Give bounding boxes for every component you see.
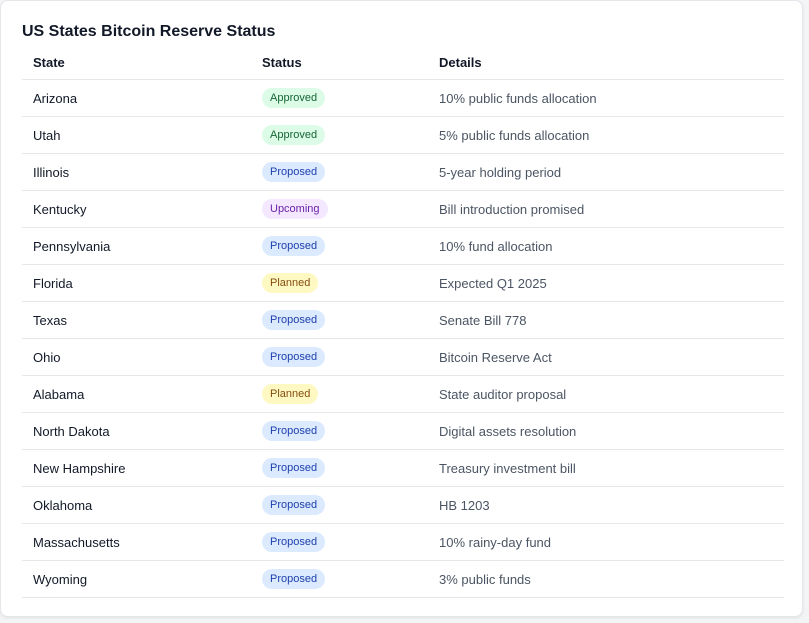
status-cell: Proposed (251, 227, 428, 265)
table-row: Oklahoma Proposed HB 1203 (22, 486, 784, 524)
details-cell: Senate Bill 778 (428, 301, 784, 339)
details-cell: Bill introduction promised (428, 190, 784, 228)
table-row: Massachusetts Proposed 10% rainy-day fund (22, 523, 784, 561)
details-cell: State auditor proposal (428, 375, 784, 413)
status-cell: Proposed (251, 412, 428, 450)
table-row: Utah Approved 5% public funds allocation (22, 116, 784, 154)
status-cell: Proposed (251, 338, 428, 376)
state-cell: Utah (22, 116, 251, 154)
state-cell: Illinois (22, 153, 251, 191)
table-row: Illinois Proposed 5-year holding period (22, 153, 784, 191)
state-cell: Arizona (22, 79, 251, 117)
details-cell: 10% fund allocation (428, 227, 784, 265)
reserve-status-card: US States Bitcoin Reserve Status State S… (0, 0, 803, 617)
page-title: US States Bitcoin Reserve Status (22, 23, 276, 40)
status-badge: Proposed (262, 421, 326, 441)
table-row: Kentucky Upcoming Bill introduction promis… (22, 190, 784, 228)
status-badge: Approved (262, 125, 326, 145)
details-cell: 10% public funds allocation (428, 79, 784, 117)
table-row: Ohio Proposed Bitcoin Reserve Act (22, 338, 784, 376)
status-badge: Proposed (262, 569, 326, 589)
state-cell: Ohio (22, 338, 251, 376)
status-cell: Proposed (251, 301, 428, 339)
details-cell: 5% public funds allocation (428, 116, 784, 154)
status-badge: Upcoming (262, 199, 328, 219)
table-body: Arizona Approved 10% public funds allocati… (22, 79, 784, 598)
status-badge: Proposed (262, 236, 326, 256)
column-header-status: Status (251, 45, 428, 80)
status-cell: Proposed (251, 153, 428, 191)
table-header: State Status Details (22, 45, 784, 80)
status-badge: Proposed (262, 310, 326, 330)
table-row: Florida Planned Expected Q1 2025 (22, 264, 784, 302)
table-row: Alabama Planned State auditor proposal (22, 375, 784, 413)
table-row: Pennsylvania Proposed 10% fund allocation (22, 227, 784, 265)
column-header-state: State (22, 45, 251, 80)
header-row: State Status Details (22, 45, 784, 80)
status-cell: Proposed (251, 560, 428, 598)
status-cell: Approved (251, 116, 428, 154)
state-cell: Oklahoma (22, 486, 251, 524)
table-row: Wyoming Proposed 3% public funds (22, 560, 784, 598)
status-cell: Approved (251, 79, 428, 117)
state-cell: Kentucky (22, 190, 251, 228)
state-cell: Alabama (22, 375, 251, 413)
details-cell: 5-year holding period (428, 153, 784, 191)
state-cell: Massachusetts (22, 523, 251, 561)
details-cell: HB 1203 (428, 486, 784, 524)
status-cell: Planned (251, 375, 428, 413)
status-cell: Proposed (251, 449, 428, 487)
status-badge: Proposed (262, 162, 326, 182)
status-badge: Approved (262, 88, 326, 108)
status-badge: Proposed (262, 458, 326, 478)
details-cell: Bitcoin Reserve Act (428, 338, 784, 376)
state-cell: Texas (22, 301, 251, 339)
details-cell: Digital assets resolution (428, 412, 784, 450)
state-cell: Pennsylvania (22, 227, 251, 265)
details-cell: 10% rainy-day fund (428, 523, 784, 561)
status-badge: Proposed (262, 347, 326, 367)
table-row: North Dakota Proposed Digital assets resol… (22, 412, 784, 450)
reserve-status-table: State Status Details Arizona Approved 10% … (22, 45, 784, 598)
state-cell: Florida (22, 264, 251, 302)
status-badge: Proposed (262, 532, 326, 552)
table-row: Texas Proposed Senate Bill 778 (22, 301, 784, 339)
status-badge: Proposed (262, 495, 326, 515)
state-cell: Wyoming (22, 560, 251, 598)
status-cell: Planned (251, 264, 428, 302)
state-cell: New Hampshire (22, 449, 251, 487)
details-cell: Expected Q1 2025 (428, 264, 784, 302)
status-badge: Planned (262, 273, 319, 293)
status-cell: Proposed (251, 523, 428, 561)
table-row: Arizona Approved 10% public funds allocati… (22, 79, 784, 117)
status-badge: Planned (262, 384, 319, 404)
status-cell: Upcoming (251, 190, 428, 228)
details-cell: Treasury investment bill (428, 449, 784, 487)
details-cell: 3% public funds (428, 560, 784, 598)
status-cell: Proposed (251, 486, 428, 524)
state-cell: North Dakota (22, 412, 251, 450)
table-row: New Hampshire Proposed Treasury investment… (22, 449, 784, 487)
column-header-details: Details (428, 45, 784, 80)
